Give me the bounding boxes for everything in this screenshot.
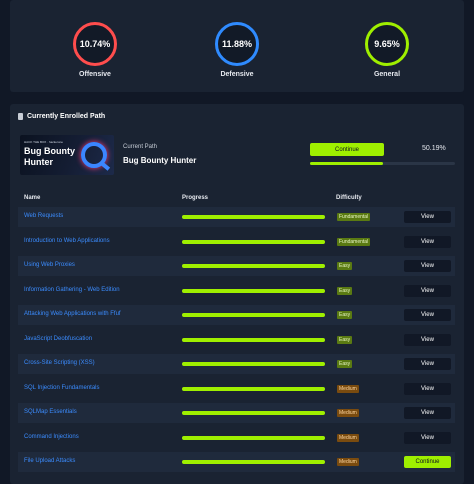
- difficulty-badge: Easy: [337, 286, 353, 295]
- view-module-button[interactable]: View: [404, 309, 451, 321]
- view-module-button[interactable]: View: [404, 235, 451, 248]
- module-progress-bar: [182, 435, 325, 440]
- module-link[interactable]: Information Gathering - Web Edition: [24, 287, 120, 293]
- stats-card: 10.74% Offensive 11.88% Defensive 9.65% …: [10, 0, 464, 92]
- cover-title: Bug Bounty Hunter: [24, 146, 75, 167]
- table-row: SQLMap Essentials Medium View: [18, 403, 455, 423]
- module-progress-fill: [182, 313, 325, 317]
- path-progress-fill: [310, 162, 383, 165]
- view-module-button[interactable]: View: [404, 333, 451, 346]
- module-progress-fill: [182, 264, 325, 268]
- module-link[interactable]: Cross-Site Scripting (XSS): [24, 360, 95, 366]
- column-header-name: Name: [24, 195, 41, 201]
- view-module-button[interactable]: View: [404, 284, 451, 297]
- book-icon: [18, 113, 23, 120]
- view-module-button[interactable]: View: [404, 211, 451, 223]
- table-row: Attacking Web Applications with Ffuf Easy…: [18, 305, 455, 325]
- module-link[interactable]: JavaScript Deobfuscation: [24, 336, 92, 342]
- view-module-button[interactable]: View: [404, 431, 451, 444]
- view-module-button[interactable]: View: [404, 382, 451, 395]
- module-link[interactable]: SQLMap Essentials: [24, 409, 77, 415]
- difficulty-badge: Fundamental: [337, 213, 371, 221]
- module-progress-fill: [182, 435, 325, 440]
- module-progress-fill: [182, 215, 325, 219]
- difficulty-badge: Medium: [337, 433, 359, 442]
- defensive-progress-ring: 11.88%: [215, 22, 259, 66]
- module-link[interactable]: Attacking Web Applications with Ffuf: [24, 311, 121, 317]
- module-progress-bar: [182, 288, 325, 293]
- section-title: Currently Enrolled Path: [18, 113, 105, 120]
- stat-label: Offensive: [79, 71, 111, 78]
- table-row: SQL Injection Fundamentals Medium View: [18, 379, 455, 399]
- module-link[interactable]: Web Requests: [24, 213, 63, 219]
- column-header-progress: Progress: [182, 195, 209, 201]
- module-progress-fill: [182, 460, 325, 464]
- view-module-button[interactable]: View: [404, 407, 451, 419]
- module-progress-fill: [182, 362, 325, 366]
- table-row: Cross-Site Scripting (XSS) Easy View: [18, 354, 455, 374]
- module-progress-bar: [182, 239, 325, 244]
- path-progress-bar: [310, 162, 455, 165]
- stat-general: 9.65% General: [347, 22, 427, 78]
- module-progress-bar: [182, 337, 325, 342]
- stat-label: Defensive: [220, 71, 254, 78]
- difficulty-badge: Easy: [337, 311, 353, 319]
- cover-logos: HACK THE BOX · hackerone: [24, 140, 63, 144]
- module-progress-bar: [182, 215, 325, 219]
- table-row: JavaScript Deobfuscation Easy View: [18, 330, 455, 350]
- module-link[interactable]: File Upload Attacks: [24, 458, 75, 464]
- current-path-label: Current Path: [123, 144, 158, 150]
- module-progress-bar: [182, 313, 325, 317]
- module-progress-bar: [182, 362, 325, 366]
- view-module-button[interactable]: View: [404, 260, 451, 272]
- table-row: File Upload Attacks Medium Continue: [18, 452, 455, 472]
- difficulty-badge: Easy: [337, 360, 353, 368]
- module-progress-bar: [182, 264, 325, 268]
- continue-path-button[interactable]: Continue: [310, 143, 384, 156]
- module-progress-bar: [182, 460, 325, 464]
- view-module-button[interactable]: View: [404, 358, 451, 370]
- module-progress-fill: [182, 288, 325, 293]
- module-progress-fill: [182, 411, 325, 415]
- difficulty-badge: Medium: [337, 409, 359, 417]
- difficulty-badge: Easy: [337, 262, 353, 270]
- stat-label: General: [373, 71, 401, 78]
- module-progress-bar: [182, 411, 325, 415]
- offensive-progress-ring: 10.74%: [73, 22, 117, 66]
- table-row: Information Gathering - Web Edition Easy V…: [18, 281, 455, 301]
- path-cover-image[interactable]: HACK THE BOX · hackerone Bug Bounty Hunt…: [20, 135, 114, 175]
- stat-offensive: 10.74% Offensive: [55, 22, 135, 78]
- section-title-text: Currently Enrolled Path: [27, 113, 106, 120]
- table-row: Using Web Proxies Easy View: [18, 256, 455, 276]
- module-progress-fill: [182, 337, 325, 342]
- stat-defensive: 11.88% Defensive: [197, 22, 277, 78]
- module-progress-fill: [182, 239, 325, 244]
- general-progress-ring: 9.65%: [365, 22, 409, 66]
- module-link[interactable]: SQL Injection Fundamentals: [24, 385, 100, 391]
- difficulty-badge: Medium: [337, 458, 359, 466]
- difficulty-badge: Medium: [337, 384, 359, 393]
- module-link[interactable]: Command Injections: [24, 434, 79, 440]
- module-link[interactable]: Using Web Proxies: [24, 262, 75, 268]
- path-progress-percent: 50.19%: [422, 145, 446, 152]
- module-link[interactable]: Introduction to Web Applications: [24, 238, 110, 244]
- table-row: Web Requests Fundamental View: [18, 207, 455, 227]
- column-header-difficulty: Difficulty: [336, 195, 362, 201]
- difficulty-badge: Easy: [337, 335, 353, 344]
- difficulty-badge: Fundamental: [337, 237, 371, 246]
- path-name: Bug Bounty Hunter: [123, 156, 197, 165]
- table-row: Command Injections Medium View: [18, 428, 455, 448]
- module-progress-bar: [182, 386, 325, 391]
- continue-module-button[interactable]: Continue: [404, 456, 451, 468]
- enrolled-path-card: Currently Enrolled Path HACK THE BOX · h…: [10, 104, 464, 484]
- table-row: Introduction to Web Applications Fundamen…: [18, 232, 455, 252]
- magnifier-handle: [99, 161, 111, 171]
- module-progress-fill: [182, 386, 325, 391]
